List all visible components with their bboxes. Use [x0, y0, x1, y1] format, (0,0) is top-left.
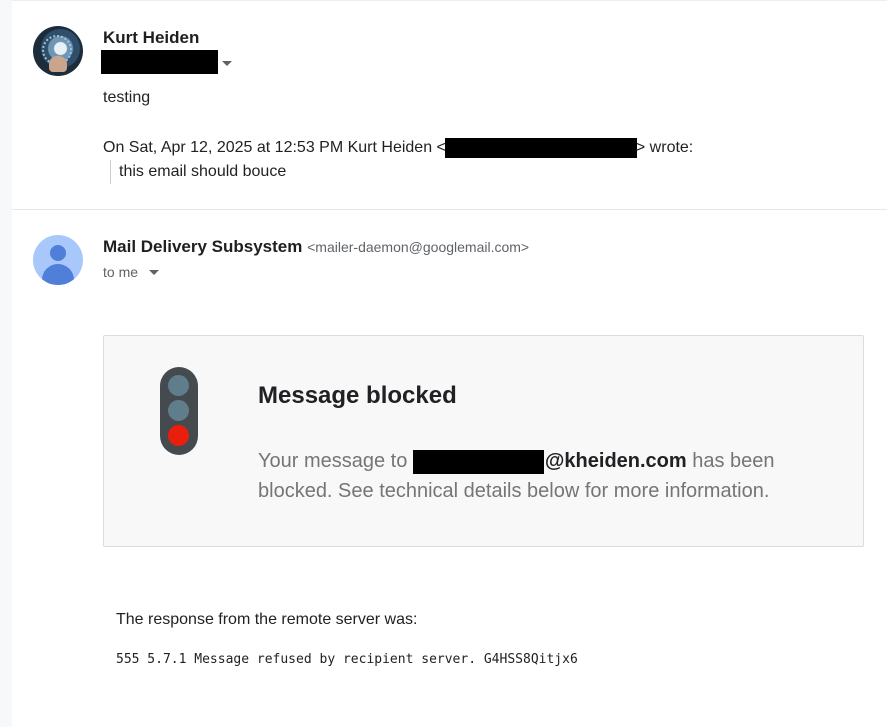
response-code: 555 5.7.1 Message refused by recipient s…: [116, 652, 578, 667]
recipient-domain: @kheiden.com: [544, 450, 687, 472]
quote-attribution-prefix: On Sat, Apr 12, 2025 at 12:53 PM Kurt He…: [103, 139, 446, 157]
bounce-desc-prefix: Your message to: [258, 450, 413, 472]
default-avatar-icon[interactable]: [33, 235, 83, 285]
traffic-light-lamp-red: [168, 425, 189, 446]
sender-name-2[interactable]: Mail Delivery Subsystem <mailer-daemon@g…: [103, 237, 529, 257]
recipient-details[interactable]: to me: [103, 264, 138, 280]
message-divider: [12, 209, 887, 210]
sender-avatar[interactable]: [33, 26, 83, 76]
quote-bar: [110, 160, 111, 184]
bounce-description: Your message to @kheiden.com has been bl…: [258, 446, 818, 506]
chevron-down-icon[interactable]: [149, 270, 159, 275]
bounce-title: Message blocked: [258, 382, 457, 409]
redacted-recipient: [101, 50, 218, 74]
quote-attribution-suffix: > wrote:: [635, 139, 694, 157]
sender-name[interactable]: Kurt Heiden: [103, 28, 199, 48]
traffic-light-icon: [160, 367, 198, 455]
redacted-recipient-user: [412, 449, 544, 474]
sender-email: <mailer-daemon@googlemail.com>: [307, 239, 530, 255]
traffic-light-lamp-off: [168, 375, 189, 396]
message-body: testing: [103, 89, 151, 106]
avatar-hand-graphic: [49, 56, 67, 72]
quote-attribution: On Sat, Apr 12, 2025 at 12:53 PM Kurt He…: [103, 138, 693, 158]
quoted-text: this email should bouce: [119, 163, 287, 180]
bounce-card: [103, 335, 864, 547]
sender-name-2-text: Mail Delivery Subsystem: [103, 237, 303, 256]
left-gutter: [0, 0, 12, 727]
avatar-head: [50, 245, 66, 261]
top-divider: [12, 0, 887, 1]
response-label: The response from the remote server was:: [116, 611, 418, 628]
redacted-email: [444, 138, 637, 158]
avatar-shoulders: [42, 264, 74, 285]
chevron-down-icon[interactable]: [222, 61, 232, 66]
traffic-light-lamp-off: [168, 400, 189, 421]
